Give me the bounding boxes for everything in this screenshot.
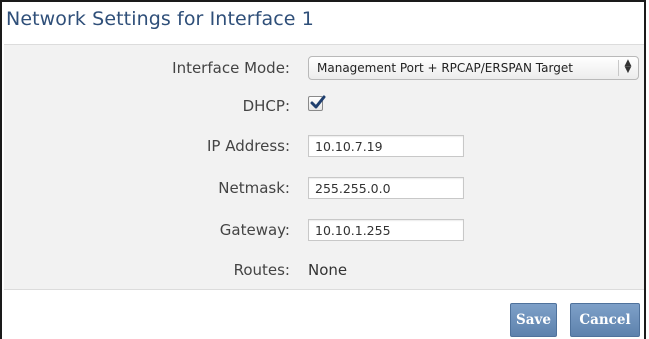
- select-arrows-icon: ▲ ▼: [618, 59, 634, 76]
- dhcp-label: DHCP:: [242, 97, 290, 115]
- ip-address-label: IP Address:: [206, 137, 290, 155]
- ip-address-input[interactable]: [308, 135, 464, 157]
- settings-panel: Interface Mode: Management Port + RPCAP/…: [4, 44, 644, 290]
- ip-address-row: IP Address:: [4, 135, 644, 159]
- dialog-title: Network Settings for Interface 1: [6, 8, 314, 30]
- gateway-label: Gateway:: [219, 221, 290, 239]
- netmask-input[interactable]: [308, 177, 464, 199]
- cancel-button[interactable]: Cancel: [570, 303, 640, 337]
- gateway-row: Gateway:: [4, 219, 644, 243]
- routes-label: Routes:: [233, 261, 290, 279]
- netmask-label: Netmask:: [218, 179, 290, 197]
- interface-mode-select[interactable]: Management Port + RPCAP/ERSPAN Target ▲ ▼: [308, 56, 639, 80]
- routes-value: None: [308, 261, 348, 279]
- dhcp-checkbox[interactable]: [308, 95, 326, 111]
- interface-mode-selected-value: Management Port + RPCAP/ERSPAN Target: [317, 61, 573, 75]
- interface-mode-label: Interface Mode:: [172, 59, 290, 77]
- checkmark-icon: [310, 95, 326, 109]
- interface-mode-row: Interface Mode: Management Port + RPCAP/…: [4, 56, 644, 81]
- gateway-input[interactable]: [308, 219, 464, 241]
- save-button[interactable]: Save: [510, 303, 557, 337]
- netmask-row: Netmask:: [4, 177, 644, 201]
- routes-row: Routes: None: [4, 259, 644, 283]
- dhcp-row: DHCP:: [4, 95, 644, 119]
